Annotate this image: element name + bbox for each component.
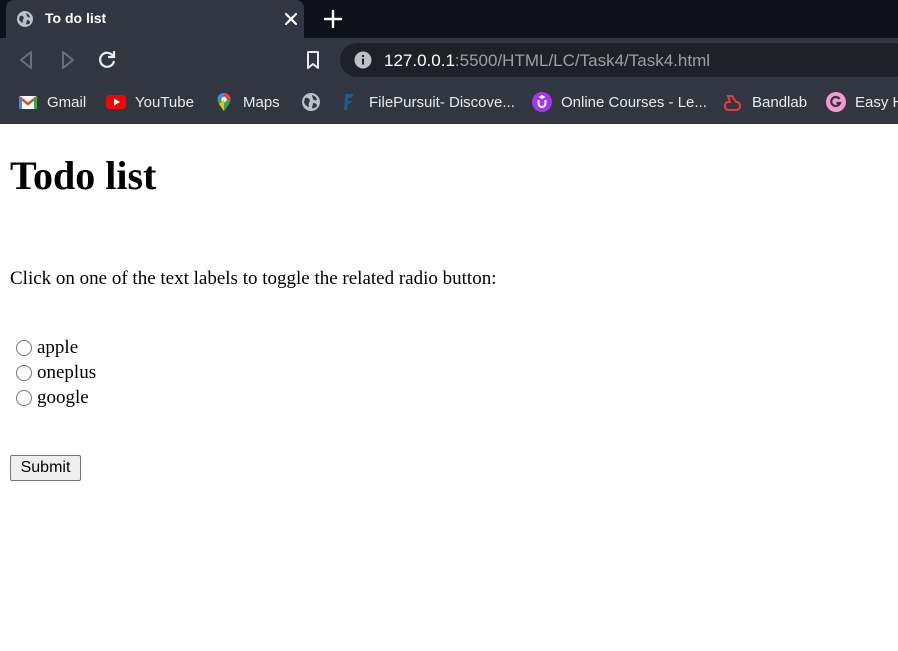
radio-option-google[interactable]: google — [14, 386, 89, 410]
grammarly-icon — [826, 92, 846, 112]
filepursuit-icon — [344, 94, 354, 110]
bookmark-label: FilePursuit- Discove... — [369, 93, 515, 111]
bookmark-grammarly[interactable]: Easy H — [826, 91, 898, 113]
youtube-icon — [106, 95, 126, 109]
bookmark-label: Easy H — [855, 93, 898, 111]
maps-icon — [217, 93, 231, 111]
radio-button-apple[interactable] — [16, 340, 32, 356]
gmail-icon — [18, 96, 38, 109]
bookmarks-bar: Gmail YouTube Maps FilePursuit- Discove.… — [0, 82, 898, 124]
reload-icon[interactable] — [96, 49, 118, 71]
globe-icon — [17, 11, 33, 27]
udemy-icon — [532, 92, 552, 112]
bookmark-label: Bandlab — [752, 93, 808, 111]
bookmark-maps[interactable]: Maps — [214, 91, 280, 113]
radio-button-google[interactable] — [16, 390, 32, 406]
bookmark-label: Maps — [243, 93, 280, 111]
instruction-text: Click on one of the text labels to toggl… — [10, 268, 497, 289]
bookmark-globe[interactable] — [301, 91, 321, 113]
bookmark-youtube[interactable]: YouTube — [106, 91, 194, 113]
forward-icon[interactable] — [56, 49, 78, 71]
browser-tab[interactable]: To do list — [6, 0, 304, 38]
radio-label-apple[interactable]: apple — [37, 337, 78, 359]
url-text: 127.0.0.1:5500/HTML/LC/Task4/Task4.html — [384, 51, 710, 71]
radio-option-apple[interactable]: apple — [14, 336, 78, 360]
bandlab-icon — [723, 95, 742, 111]
new-tab-icon[interactable] — [322, 8, 344, 30]
page-content: Todo list Click on one of the text label… — [0, 124, 898, 651]
bookmark-bandlab[interactable]: Bandlab — [723, 91, 807, 113]
tab-strip: To do list — [0, 0, 898, 38]
bookmark-label: Gmail — [47, 93, 87, 111]
close-icon[interactable] — [281, 9, 301, 29]
radio-option-oneplus[interactable]: oneplus — [14, 361, 96, 385]
radio-button-oneplus[interactable] — [16, 365, 32, 381]
browser-toolbar: 127.0.0.1:5500/HTML/LC/Task4/Task4.html — [0, 38, 898, 82]
radio-label-oneplus[interactable]: oneplus — [37, 362, 96, 384]
bookmark-icon[interactable] — [302, 49, 324, 71]
radio-label-google[interactable]: google — [37, 387, 89, 409]
globe-icon — [302, 93, 320, 111]
submit-button[interactable]: Submit — [10, 455, 81, 481]
bookmark-filepursuit[interactable]: FilePursuit- Discove... — [340, 91, 515, 113]
url-host: 127.0.0.1 — [384, 51, 455, 70]
info-icon[interactable] — [354, 51, 372, 69]
back-icon[interactable] — [16, 49, 38, 71]
bookmark-label: YouTube — [135, 93, 194, 111]
page-title: Todo list — [10, 153, 157, 198]
bookmark-gmail[interactable]: Gmail — [18, 91, 86, 113]
bookmark-label: Online Courses - Le... — [561, 93, 707, 111]
tab-title: To do list — [45, 10, 107, 26]
address-bar[interactable]: 127.0.0.1:5500/HTML/LC/Task4/Task4.html — [340, 43, 898, 77]
url-path: :5500/HTML/LC/Task4/Task4.html — [454, 51, 711, 70]
bookmark-udemy[interactable]: Online Courses - Le... — [532, 91, 707, 113]
